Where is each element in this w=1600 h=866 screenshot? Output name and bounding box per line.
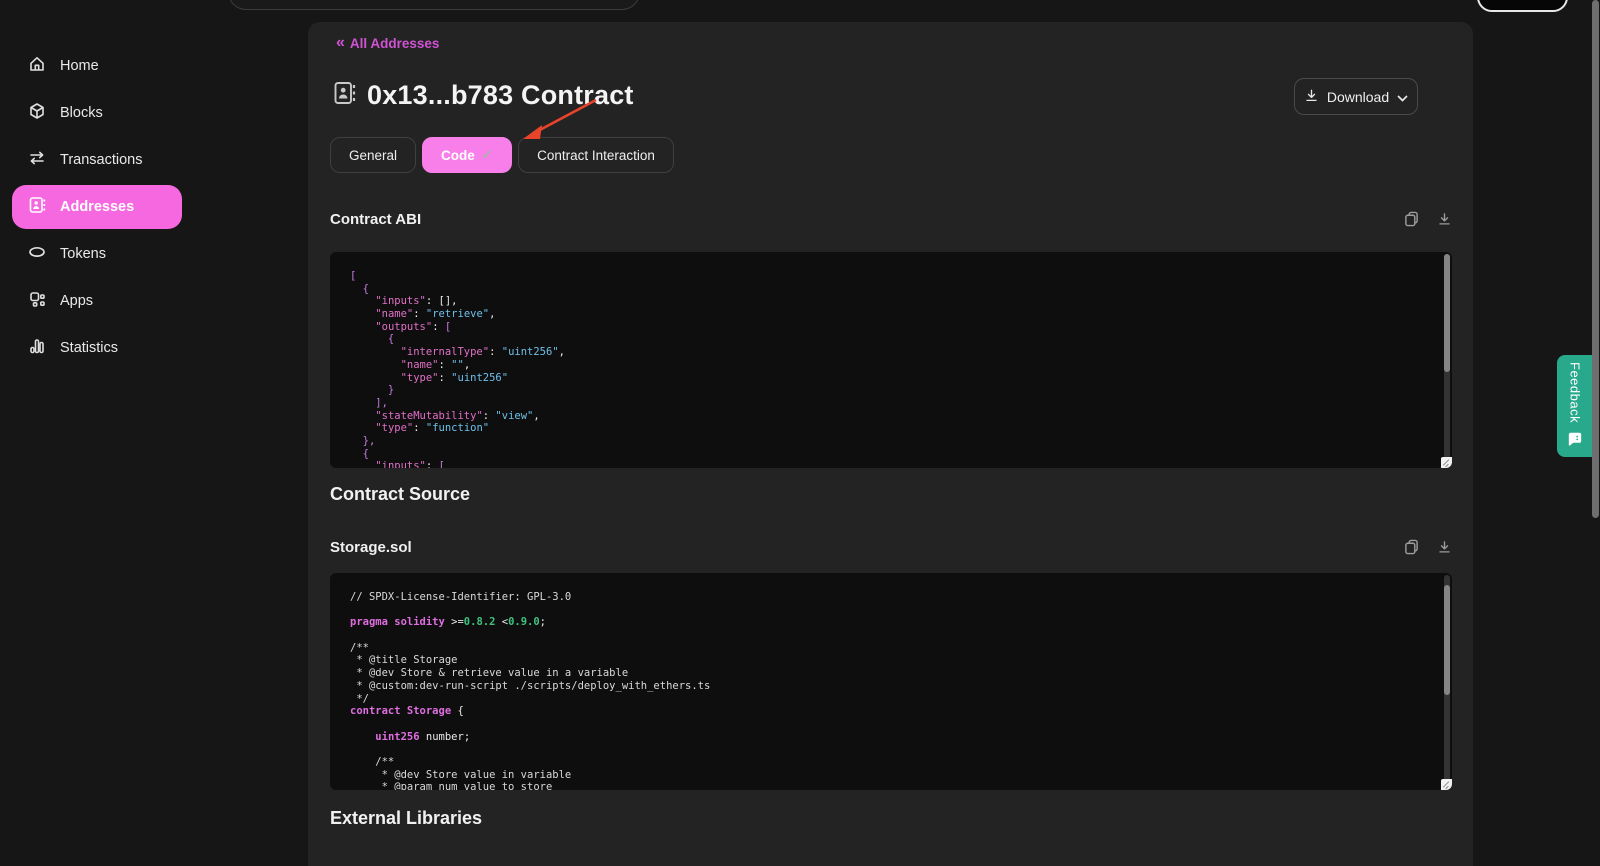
main-panel: « All Addresses 0x13...b783 Contract Dow… [308, 22, 1473, 866]
code-scrollbar-track [1444, 575, 1450, 788]
download-icon[interactable] [1437, 539, 1452, 555]
sidebar-item-label: Addresses [60, 199, 134, 215]
resize-grip-icon[interactable] [1441, 457, 1452, 468]
chat-bubble-icon [1567, 432, 1583, 450]
contact-card-icon [27, 195, 47, 219]
tab-bar: General Code ✓ Contract Interaction [330, 137, 674, 173]
contract-abi-heading: Contract ABI [330, 211, 421, 228]
download-button-label: Download [1327, 89, 1389, 105]
cube-icon [27, 101, 47, 125]
source-code: // SPDX-License-Identifier: GPL-3.0 prag… [330, 573, 1452, 790]
sidebar-item-label: Transactions [60, 152, 142, 168]
sidebar-item-apps[interactable]: Apps [12, 279, 182, 323]
home-icon [27, 54, 47, 78]
sidebar-item-label: Apps [60, 293, 93, 309]
sidebar-item-addresses[interactable]: Addresses [12, 185, 182, 229]
download-icon [1304, 88, 1319, 106]
contract-source-heading: Contract Source [330, 484, 470, 505]
sidebar-item-home[interactable]: Home [12, 44, 182, 88]
breadcrumb-label: All Addresses [350, 36, 440, 51]
tab-label: General [349, 148, 397, 163]
feedback-label: Feedback [1568, 362, 1583, 423]
sidebar-item-transactions[interactable]: Transactions [12, 138, 182, 182]
download-button[interactable]: Download [1294, 78, 1418, 115]
contract-abi-header: Contract ABI [330, 210, 1452, 228]
checkmark-icon: ✓ [482, 147, 493, 163]
source-code-block[interactable]: // SPDX-License-Identifier: GPL-3.0 prag… [330, 573, 1452, 790]
title-row: 0x13...b783 Contract [332, 80, 634, 111]
tab-label: Contract Interaction [537, 148, 655, 163]
bar-chart-icon [27, 336, 47, 360]
chevron-down-icon [1397, 89, 1408, 105]
sidebar-item-label: Tokens [60, 246, 106, 262]
apps-grid-icon [27, 289, 47, 313]
topbar-pill-button[interactable] [1477, 0, 1568, 12]
contract-abi-code-block[interactable]: [ { "inputs": [], "name": "retrieve", "o… [330, 252, 1452, 468]
contract-abi-code: [ { "inputs": [], "name": "retrieve", "o… [330, 252, 1452, 468]
copy-icon[interactable] [1404, 211, 1419, 227]
sidebar-item-statistics[interactable]: Statistics [12, 326, 182, 370]
resize-grip-icon[interactable] [1441, 779, 1452, 790]
tab-general[interactable]: General [330, 137, 416, 173]
sidebar: Home Blocks Transactions Addresses Token… [0, 44, 308, 373]
double-chevron-left-icon: « [336, 34, 343, 52]
contact-card-icon [332, 80, 358, 111]
copy-icon[interactable] [1404, 539, 1419, 555]
sidebar-item-tokens[interactable]: Tokens [12, 232, 182, 276]
coin-icon [27, 242, 47, 266]
sidebar-item-label: Statistics [60, 340, 118, 356]
tab-label: Code [441, 148, 475, 163]
page-title: 0x13...b783 Contract [367, 80, 634, 111]
code-scrollbar-thumb[interactable] [1444, 254, 1450, 372]
feedback-button[interactable]: Feedback [1557, 355, 1593, 457]
sidebar-item-label: Home [60, 58, 99, 74]
breadcrumb-all-addresses[interactable]: « All Addresses [336, 34, 439, 52]
search-input[interactable] [228, 0, 640, 10]
source-file-header: Storage.sol [330, 538, 1452, 556]
page-scrollbar [1592, 0, 1599, 866]
code-scrollbar-track [1444, 254, 1450, 466]
external-libraries-heading: External Libraries [330, 808, 482, 829]
sidebar-item-blocks[interactable]: Blocks [12, 91, 182, 135]
tab-contract-interaction[interactable]: Contract Interaction [518, 137, 674, 173]
sidebar-item-label: Blocks [60, 105, 103, 121]
page-scrollbar-thumb[interactable] [1592, 0, 1599, 518]
code-scrollbar-thumb[interactable] [1444, 585, 1450, 695]
tab-code[interactable]: Code ✓ [422, 137, 512, 173]
source-file-name: Storage.sol [330, 539, 412, 556]
transfer-arrows-icon [27, 148, 47, 172]
download-icon[interactable] [1437, 211, 1452, 227]
